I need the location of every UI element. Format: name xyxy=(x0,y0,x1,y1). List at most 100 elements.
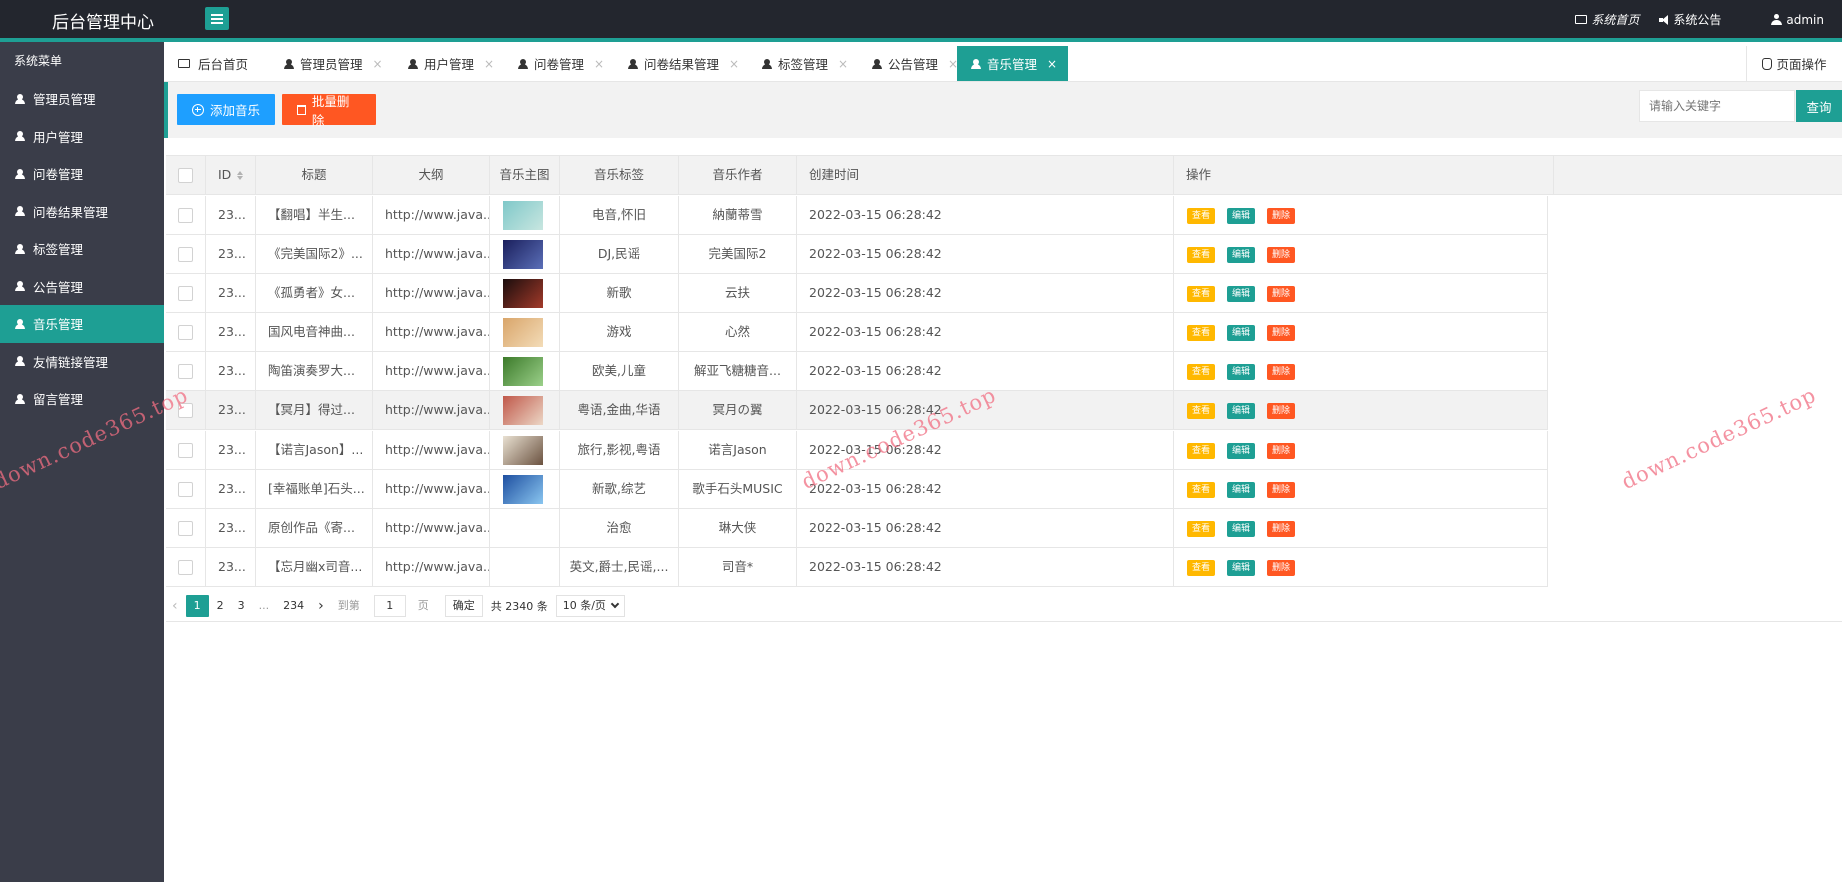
edit-button[interactable]: 编辑 xyxy=(1227,403,1255,419)
select-all-checkbox[interactable] xyxy=(178,168,193,183)
batch-delete-button[interactable]: 批量删除 xyxy=(282,94,376,128)
tab-home[interactable]: 后台首页 xyxy=(164,46,256,81)
table-row: 23... 《孤勇者》女... http://www.java... 新歌 云扶 2022… xyxy=(166,274,1548,313)
music-thumbnail[interactable] xyxy=(503,396,543,425)
delete-button[interactable]: 删除 xyxy=(1267,403,1295,419)
music-thumbnail[interactable] xyxy=(503,201,543,230)
close-icon[interactable]: × xyxy=(838,57,848,71)
edit-button[interactable]: 编辑 xyxy=(1227,325,1255,341)
music-thumbnail[interactable] xyxy=(503,436,543,465)
row-checkbox[interactable] xyxy=(178,364,193,379)
row-checkbox[interactable] xyxy=(178,208,193,223)
edit-button[interactable]: 编辑 xyxy=(1227,560,1255,576)
row-checkbox[interactable] xyxy=(178,443,193,458)
edit-button[interactable]: 编辑 xyxy=(1227,364,1255,380)
sidebar-item-tags[interactable]: 标签管理 xyxy=(0,230,164,268)
cell-operations: 查看 编辑 删除 xyxy=(1174,548,1548,586)
sidebar-item-survey[interactable]: 问卷管理 xyxy=(0,155,164,193)
row-checkbox[interactable] xyxy=(178,247,193,262)
edit-button[interactable]: 编辑 xyxy=(1227,443,1255,459)
tab-survey-results[interactable]: 问卷结果管理 × xyxy=(614,46,746,81)
user-menu[interactable]: admin xyxy=(1771,11,1824,28)
edit-button[interactable]: 编辑 xyxy=(1227,482,1255,498)
edit-button[interactable]: 编辑 xyxy=(1227,286,1255,302)
system-home-link[interactable]: 系统首页 xyxy=(1575,11,1639,28)
row-checkbox[interactable] xyxy=(178,521,193,536)
page-size-select[interactable]: 10 条/页 xyxy=(555,595,625,617)
view-button[interactable]: 查看 xyxy=(1187,443,1215,459)
delete-button[interactable]: 删除 xyxy=(1267,208,1295,224)
delete-button[interactable]: 删除 xyxy=(1267,443,1295,459)
prev-page-button[interactable]: ‹ xyxy=(166,595,184,617)
music-thumbnail[interactable] xyxy=(503,357,543,386)
row-checkbox[interactable] xyxy=(178,482,193,497)
system-notice-link[interactable]: 系统公告 xyxy=(1659,11,1721,28)
view-button[interactable]: 查看 xyxy=(1187,325,1215,341)
close-icon[interactable]: × xyxy=(594,57,604,71)
edit-button[interactable]: 编辑 xyxy=(1227,247,1255,263)
sidebar-item-users[interactable]: 用户管理 xyxy=(0,118,164,156)
sidebar-item-label: 用户管理 xyxy=(33,129,84,145)
edit-button[interactable]: 编辑 xyxy=(1227,521,1255,537)
music-thumbnail[interactable] xyxy=(503,240,543,269)
row-checkbox[interactable] xyxy=(178,286,193,301)
view-button[interactable]: 查看 xyxy=(1187,403,1215,419)
sort-icon[interactable] xyxy=(237,171,244,180)
tab-admin[interactable]: 管理员管理 × xyxy=(270,46,388,81)
close-icon[interactable]: × xyxy=(484,57,494,71)
view-button[interactable]: 查看 xyxy=(1187,364,1215,380)
view-button[interactable]: 查看 xyxy=(1187,286,1215,302)
page-1-button[interactable]: 1 xyxy=(185,595,209,617)
column-header-id[interactable]: ID xyxy=(206,156,256,194)
goto-confirm-button[interactable]: 确定 xyxy=(444,595,483,617)
delete-button[interactable]: 删除 xyxy=(1267,325,1295,341)
page-3-button[interactable]: 3 xyxy=(232,595,251,617)
view-button[interactable]: 查看 xyxy=(1187,521,1215,537)
last-page-button[interactable]: 234 xyxy=(277,595,310,617)
page-operations-button[interactable]: 页面操作 xyxy=(1746,46,1842,81)
monitor-icon xyxy=(1575,15,1588,24)
sidebar-item-links[interactable]: 友情链接管理 xyxy=(0,343,164,381)
close-icon[interactable]: × xyxy=(729,57,739,71)
edit-button[interactable]: 编辑 xyxy=(1227,208,1255,224)
music-thumbnail[interactable] xyxy=(503,279,543,308)
delete-button[interactable]: 删除 xyxy=(1267,560,1295,576)
music-thumbnail[interactable] xyxy=(503,475,543,504)
tab-music[interactable]: 音乐管理 × xyxy=(957,46,1068,81)
sidebar-item-music[interactable]: 音乐管理 xyxy=(0,305,164,343)
delete-button[interactable]: 删除 xyxy=(1267,247,1295,263)
view-button[interactable]: 查看 xyxy=(1187,482,1215,498)
row-checkbox[interactable] xyxy=(178,560,193,575)
music-thumbnail[interactable] xyxy=(503,318,543,347)
tab-notices[interactable]: 公告管理 × xyxy=(858,46,966,81)
page-2-button[interactable]: 2 xyxy=(211,595,230,617)
delete-button[interactable]: 删除 xyxy=(1267,286,1295,302)
top-header: 后台管理中心 系统首页 系统公告 admin xyxy=(0,0,1842,42)
page-ellipsis: ... xyxy=(258,599,270,612)
chevron-down-icon xyxy=(610,599,620,609)
next-page-button[interactable]: › xyxy=(312,595,330,617)
row-checkbox[interactable] xyxy=(178,325,193,340)
tab-survey[interactable]: 问卷管理 × xyxy=(504,46,612,81)
view-button[interactable]: 查看 xyxy=(1187,560,1215,576)
add-music-button[interactable]: 添加音乐 xyxy=(177,94,275,125)
search-input[interactable] xyxy=(1639,90,1795,122)
delete-button[interactable]: 删除 xyxy=(1267,482,1295,498)
table-row: 23... 《完美国际2》... http://www.java... DJ,民谣 完美… xyxy=(166,235,1548,274)
sidebar-item-admin[interactable]: 管理员管理 xyxy=(0,80,164,118)
delete-button[interactable]: 删除 xyxy=(1267,521,1295,537)
search-button[interactable]: 查询 xyxy=(1796,90,1842,122)
goto-page-input[interactable]: 1 xyxy=(373,595,406,617)
close-icon[interactable]: × xyxy=(1047,57,1057,71)
cell-id: 23... xyxy=(206,196,256,234)
close-icon[interactable]: × xyxy=(373,57,383,71)
view-button[interactable]: 查看 xyxy=(1187,247,1215,263)
delete-button[interactable]: 删除 xyxy=(1267,364,1295,380)
tab-users[interactable]: 用户管理 × xyxy=(394,46,502,81)
sidebar-item-notices[interactable]: 公告管理 xyxy=(0,268,164,306)
username-label: admin xyxy=(1786,12,1824,27)
menu-toggle-button[interactable] xyxy=(205,7,229,30)
view-button[interactable]: 查看 xyxy=(1187,208,1215,224)
tab-tags[interactable]: 标签管理 × xyxy=(748,46,856,81)
sidebar-item-survey-results[interactable]: 问卷结果管理 xyxy=(0,193,164,231)
